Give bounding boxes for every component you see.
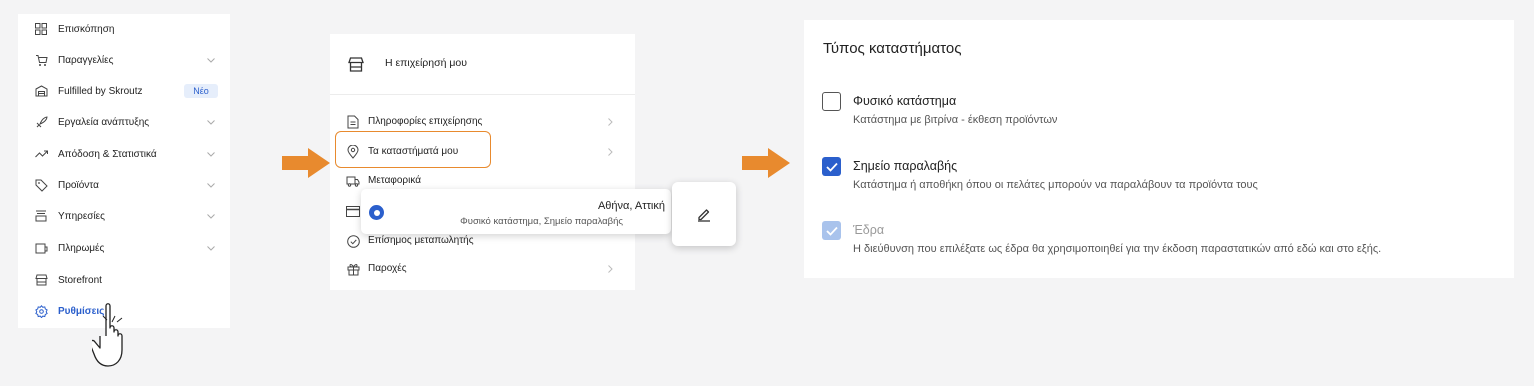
layers-icon (34, 209, 48, 223)
checkbox-checked[interactable] (822, 157, 841, 176)
sidebar-item-fulfilled[interactable]: Fulfilled by Skroutz Νέο (18, 76, 230, 106)
sidebar-item-services[interactable]: Υπηρεσίες (18, 201, 230, 231)
tag-icon (34, 178, 48, 192)
option-physical-store[interactable]: Φυσικό κατάστημα Κατάστημα με βιτρίνα - … (822, 92, 1502, 136)
check-icon (825, 226, 838, 236)
new-badge: Νέο (184, 84, 218, 98)
sidebar-item-label: Επισκόπηση (58, 23, 115, 35)
option-pickup-point[interactable]: Σημείο παραλαβής Κατάστημα ή αποθήκη όπο… (822, 157, 1502, 201)
checkbox-unchecked[interactable] (822, 92, 841, 111)
business-item-label: Πληροφορίες επιχείρησης (368, 116, 483, 127)
chevron-down-icon (206, 180, 216, 190)
business-item-label: Παροχές (368, 263, 407, 274)
hand-pointer-icon (92, 303, 123, 367)
store-popup[interactable]: Αθήνα, Αττική Φυσικό κατάστημα, Σημείο π… (361, 189, 671, 234)
option-title: Σημείο παραλαβής (853, 159, 958, 173)
sidebar-item-label: Πληρωμές (58, 242, 105, 254)
sidebar-item-label: Προϊόντα (58, 179, 99, 191)
business-item-perks[interactable]: Παροχές (330, 254, 635, 284)
business-header: Η επιχείρησή μου (330, 34, 635, 95)
business-item-label: Επίσημος μεταπωλητής (368, 235, 474, 246)
store-types: Φυσικό κατάστημα, Σημείο παραλαβής (460, 216, 623, 227)
chevron-right-icon (605, 147, 615, 157)
chevron-down-icon (206, 211, 216, 221)
sidebar-item-overview[interactable]: Επισκόπηση (18, 14, 230, 44)
option-description: Η διεύθυνση που επιλέξατε ως έδρα θα χρη… (853, 243, 1382, 255)
storefront-icon (346, 54, 366, 74)
chevron-down-icon (206, 55, 216, 65)
wallet-icon (34, 241, 48, 255)
warehouse-icon (34, 84, 48, 98)
check-circle-icon (346, 234, 360, 248)
rocket-icon (34, 115, 48, 129)
store-type-panel: Τύπος καταστήματος Φυσικό κατάστημα Κατά… (804, 20, 1514, 278)
sidebar-item-label: Παραγγελίες (58, 54, 114, 66)
document-icon (346, 115, 360, 129)
chevron-down-icon (206, 243, 216, 253)
business-item-label: Μεταφορικά (368, 175, 421, 186)
grid-icon (34, 22, 48, 36)
sidebar-item-payments[interactable]: Πληρωμές (18, 233, 230, 263)
sidebar-item-label: Storefront (58, 274, 102, 286)
sidebar-item-growth-tools[interactable]: Εργαλεία ανάπτυξης (18, 107, 230, 137)
sidebar-item-orders[interactable]: Παραγγελίες (18, 45, 230, 75)
edit-button[interactable] (672, 182, 736, 246)
business-title: Η επιχείρησή μου (385, 57, 467, 69)
truck-icon (346, 174, 360, 188)
highlight-outline (335, 131, 491, 168)
settings-icon (34, 304, 48, 318)
sidebar-item-label: Υπηρεσίες (58, 210, 105, 222)
check-icon (825, 162, 838, 172)
storefront-icon (34, 273, 48, 287)
option-headquarters: Έδρα Η διεύθυνση που επιλέξατε ως έδρα θ… (822, 221, 1502, 265)
sidebar-item-storefront[interactable]: Storefront (18, 265, 230, 295)
gift-icon (346, 262, 360, 276)
arrow-right-icon (742, 148, 790, 178)
option-title: Έδρα (853, 223, 885, 237)
cart-icon (34, 53, 48, 67)
option-description: Κατάστημα ή αποθήκη όπου οι πελάτες μπορ… (853, 179, 1258, 191)
option-title: Φυσικό κατάστημα (853, 94, 957, 108)
store-type-title: Τύπος καταστήματος (823, 40, 962, 57)
pencil-icon (698, 209, 710, 222)
sidebar-nav: Επισκόπηση Παραγγελίες Fulfilled by Skro… (18, 14, 230, 328)
chevron-down-icon (206, 149, 216, 159)
sidebar-item-label: Απόδοση & Στατιστικά (58, 148, 157, 160)
arrow-right-icon (282, 148, 330, 178)
card-icon (346, 204, 360, 218)
chevron-right-icon (605, 117, 615, 127)
sidebar-item-products[interactable]: Προϊόντα (18, 170, 230, 200)
option-description: Κατάστημα με βιτρίνα - έκθεση προϊόντων (853, 114, 1058, 126)
store-city: Αθήνα, Αττική (597, 200, 665, 212)
chevron-right-icon (605, 264, 615, 274)
checkbox-disabled (822, 221, 841, 240)
chevron-down-icon (206, 117, 216, 127)
trend-icon (34, 147, 48, 161)
sidebar-item-performance[interactable]: Απόδοση & Στατιστικά (18, 139, 230, 169)
radio-selected[interactable] (369, 205, 384, 220)
sidebar-item-label: Fulfilled by Skroutz (58, 85, 143, 97)
sidebar-item-label: Εργαλεία ανάπτυξης (58, 116, 150, 128)
